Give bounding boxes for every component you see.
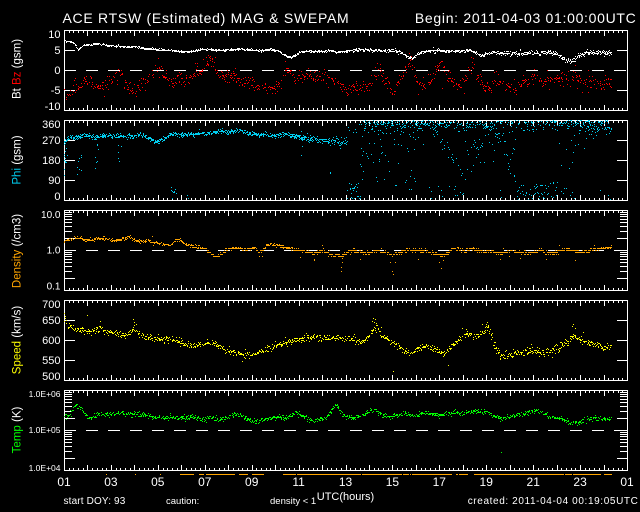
svg-text:Phi (gsm): Phi (gsm)	[12, 135, 24, 184]
svg-text:600: 600	[42, 335, 60, 347]
svg-text:caution:: caution:	[166, 496, 199, 507]
svg-text:09: 09	[245, 475, 259, 489]
svg-text:03: 03	[104, 475, 118, 489]
svg-text:0: 0	[54, 191, 60, 203]
svg-text:15: 15	[386, 475, 400, 489]
svg-text:created: 2011-04-04 00:19:05UT: created: 2011-04-04 00:19:05UTC	[468, 496, 639, 507]
svg-text:11: 11	[292, 475, 305, 489]
svg-text:180: 180	[42, 155, 60, 167]
svg-text:19: 19	[480, 475, 494, 489]
svg-text:1.0: 1.0	[47, 246, 61, 257]
svg-text:21: 21	[527, 475, 541, 489]
svg-text:23: 23	[573, 475, 587, 489]
svg-text:10.0: 10.0	[41, 210, 61, 221]
svg-text:550: 550	[42, 355, 60, 367]
svg-text:Bt Bz (gsm): Bt Bz (gsm)	[12, 39, 24, 99]
svg-text:01: 01	[620, 475, 634, 489]
svg-text:270: 270	[42, 135, 60, 147]
svg-text:-10: -10	[45, 101, 61, 113]
svg-text:360: 360	[42, 119, 60, 131]
svg-text:-5: -5	[51, 85, 61, 97]
svg-text:0.1: 0.1	[47, 282, 61, 293]
svg-text:Speed (km/s): Speed (km/s)	[12, 306, 24, 375]
svg-text:1.0E+06: 1.0E+06	[29, 389, 61, 399]
svg-text:700: 700	[42, 299, 60, 311]
svg-text:Begin: 2011-04-03 01:00:00UTC: Begin: 2011-04-03 01:00:00UTC	[415, 10, 637, 26]
svg-text:start DOY: 93: start DOY: 93	[64, 496, 126, 507]
svg-text:17: 17	[433, 475, 447, 489]
svg-text:1.0E+04: 1.0E+04	[29, 463, 61, 473]
svg-text:5: 5	[54, 45, 60, 57]
svg-text:07: 07	[198, 475, 212, 489]
svg-text:90: 90	[48, 175, 60, 187]
svg-text:10: 10	[48, 29, 60, 41]
svg-text:Density (/cm3): Density (/cm3)	[12, 214, 24, 288]
svg-text:650: 650	[42, 315, 60, 327]
svg-text:05: 05	[151, 475, 165, 489]
svg-text:ACE RTSW (Estimated) MAG & SWE: ACE RTSW (Estimated) MAG & SWEPAM	[63, 10, 350, 26]
svg-text:13: 13	[339, 475, 353, 489]
svg-text:0: 0	[54, 65, 60, 77]
svg-text:1.0E+05: 1.0E+05	[29, 425, 61, 435]
svg-text:density < 1: density < 1	[270, 496, 316, 507]
svg-text:UTC(hours): UTC(hours)	[317, 491, 374, 503]
svg-text:Temp (K): Temp (K)	[12, 407, 24, 454]
svg-text:01: 01	[57, 475, 71, 489]
svg-text:500: 500	[42, 371, 60, 383]
